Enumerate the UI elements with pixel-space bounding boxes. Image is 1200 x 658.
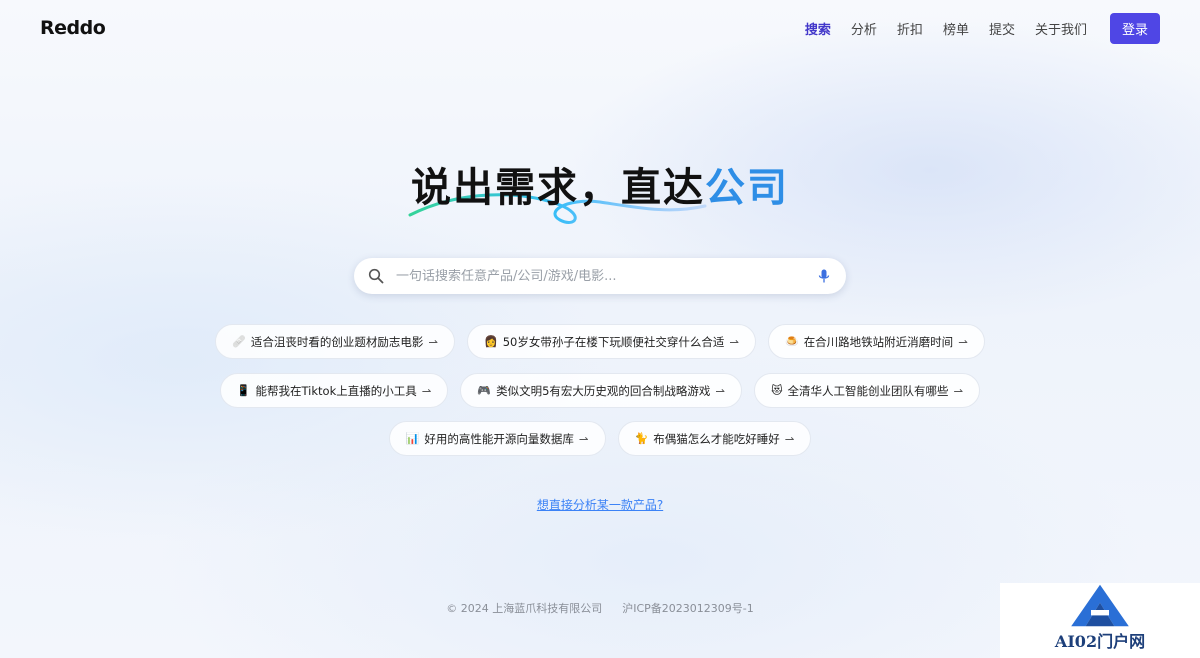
suggestion-chip[interactable]: 📱 能帮我在Tiktok上直播的小工具 ⇀ (219, 373, 449, 408)
nav-search[interactable]: 搜索 (805, 19, 831, 38)
suggestion-row-3: 📊 好用的高性能开源向量数据库 ⇀ 🐈 布偶猫怎么才能吃好睡好 ⇀ (0, 421, 1200, 456)
nav-ranking[interactable]: 榜单 (943, 19, 969, 38)
woman-icon: 👩 (484, 335, 498, 348)
suggestion-text: 50岁女带孙子在楼下玩顺便社交穿什么合适 (502, 334, 725, 349)
hero-title-accent: 公司 (705, 165, 789, 211)
cat-icon: 🐈 (634, 432, 649, 445)
suggestion-row-2: 📱 能帮我在Tiktok上直播的小工具 ⇀ 🎮 类似文明5有宏大历史观的回合制战… (0, 373, 1200, 408)
nav-discount[interactable]: 折扣 (897, 19, 923, 38)
arrow-icon: ⇀ (715, 383, 726, 398)
cat-face-icon: 😻 (771, 384, 783, 397)
arrow-icon: ⇀ (578, 431, 589, 446)
suggestion-text: 全清华人工智能创业团队有哪些 (787, 383, 949, 398)
suggestion-chip[interactable]: 🩹 适合沮丧时看的创业题材励志电影 ⇀ (215, 324, 455, 359)
search-box (354, 258, 846, 294)
suggestion-chip[interactable]: 🍮 在合川路地铁站附近消磨时间 ⇀ (767, 324, 985, 359)
phone-icon: 📱 (236, 384, 251, 397)
watermark-logo-icon (1071, 584, 1129, 627)
top-bar: Reddo 搜索 分析 折扣 榜单 提交 关于我们 登录 (0, 0, 1200, 56)
arrow-icon: ⇀ (953, 383, 964, 398)
bar-chart-icon: 📊 (405, 432, 420, 445)
nav-analysis[interactable]: 分析 (851, 19, 877, 38)
gamepad-icon: 🎮 (477, 384, 492, 397)
suggestion-text: 类似文明5有宏大历史观的回合制战略游戏 (496, 383, 711, 398)
suggestion-text: 适合沮丧时看的创业题材励志电影 (250, 334, 424, 349)
bandage-icon: 🩹 (232, 335, 246, 348)
icp-link[interactable]: 沪ICP备2023012309号-1 (622, 602, 754, 615)
search-input[interactable] (396, 268, 816, 284)
suggestion-text: 能帮我在Tiktok上直播的小工具 (255, 383, 417, 398)
suggestion-chip[interactable]: 😻 全清华人工智能创业团队有哪些 ⇀ (754, 373, 981, 408)
arrow-icon: ⇀ (428, 334, 438, 349)
suggestion-chip[interactable]: 📊 好用的高性能开源向量数据库 ⇀ (388, 421, 606, 456)
arrow-icon: ⇀ (421, 383, 432, 398)
main-nav: 搜索 分析 折扣 榜单 提交 关于我们 登录 (805, 12, 1160, 44)
suggestion-text: 在合川路地铁站附近消磨时间 (803, 334, 954, 349)
hero-title-main: 说出需求，直达 (411, 165, 705, 211)
arrow-icon: ⇀ (729, 334, 739, 349)
hero-title: 说出需求，直达公司 (0, 155, 1200, 213)
search-icon[interactable] (368, 268, 384, 284)
login-button[interactable]: 登录 (1109, 12, 1160, 44)
arrow-icon: ⇀ (958, 334, 968, 349)
arrow-icon: ⇀ (784, 431, 795, 446)
nav-submit[interactable]: 提交 (989, 19, 1015, 38)
suggestion-chip[interactable]: 🐈 布偶猫怎么才能吃好睡好 ⇀ (617, 421, 812, 456)
watermark-text: AI02门户网 (1054, 632, 1146, 651)
microphone-icon[interactable] (816, 268, 832, 284)
analyze-product-link[interactable]: 想直接分析某一款产品? (0, 496, 1200, 513)
suggestion-text: 布偶猫怎么才能吃好睡好 (653, 431, 780, 446)
suggestion-chip[interactable]: 🎮 类似文明5有宏大历史观的回合制战略游戏 ⇀ (460, 373, 743, 408)
suggestion-chip[interactable]: 👩 50岁女带孙子在楼下玩顺便社交穿什么合适 ⇀ (467, 324, 756, 359)
watermark: AI02门户网 (1000, 583, 1200, 658)
suggestion-row-1: 🩹 适合沮丧时看的创业题材励志电影 ⇀ 👩 50岁女带孙子在楼下玩顺便社交穿什么… (0, 324, 1200, 359)
copyright-text: © 2024 上海蓝爪科技有限公司 (446, 602, 603, 615)
logo[interactable]: Reddo (40, 17, 106, 39)
nav-about[interactable]: 关于我们 (1035, 19, 1087, 38)
suggestion-text: 好用的高性能开源向量数据库 (424, 431, 574, 446)
pudding-icon: 🍮 (784, 335, 799, 348)
